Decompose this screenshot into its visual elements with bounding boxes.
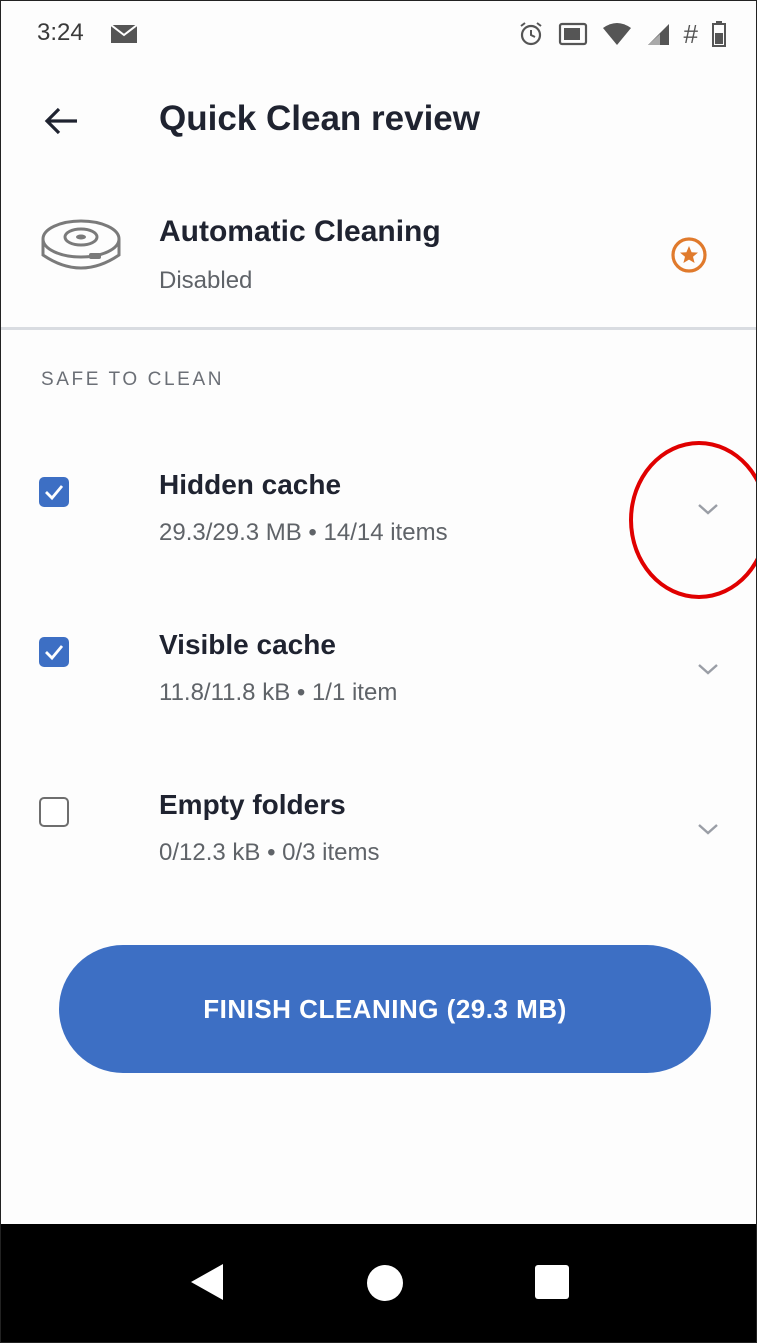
signal-icon — [647, 24, 669, 45]
mail-icon — [111, 25, 137, 43]
checkmark-icon — [45, 645, 64, 661]
item-title: Visible cache — [159, 629, 336, 660]
nav-back-icon[interactable] — [189, 1262, 225, 1302]
cast-icon — [558, 22, 587, 46]
status-bar: 3:24 # — [1, 1, 756, 67]
page-title: Quick Clean review — [159, 99, 480, 138]
finish-cleaning-button[interactable]: FINISH CLEANING (29.3 MB) — [59, 945, 711, 1073]
item-title: Empty folders — [159, 789, 346, 820]
arrow-left-icon[interactable] — [41, 101, 81, 141]
list-item-hidden-cache[interactable]: Hidden cache 29.3/29.3 MB • 14/14 items — [1, 469, 756, 599]
divider — [1, 327, 756, 330]
automatic-cleaning-card[interactable]: Automatic Cleaning Disabled — [1, 191, 756, 326]
checkbox-checked[interactable] — [39, 637, 69, 667]
nav-recents-icon[interactable] — [535, 1265, 569, 1299]
list-item-visible-cache[interactable]: Visible cache 11.8/11.8 kB • 1/1 item — [1, 629, 756, 759]
robot-vacuum-icon — [41, 219, 121, 270]
section-header: SAFE TO CLEAN — [41, 369, 225, 390]
status-time: 3:24 — [37, 19, 84, 46]
star-badge-icon[interactable] — [669, 235, 709, 275]
item-detail: 11.8/11.8 kB • 1/1 item — [159, 679, 398, 706]
status-icons: # — [518, 21, 726, 47]
item-detail: 0/12.3 kB • 0/3 items — [159, 839, 380, 866]
system-nav-bar — [1, 1224, 756, 1342]
nav-home-icon[interactable] — [367, 1265, 403, 1301]
chevron-down-icon[interactable] — [693, 499, 723, 519]
chevron-down-icon[interactable] — [693, 819, 723, 839]
automatic-cleaning-status: Disabled — [159, 267, 253, 294]
checkbox-checked[interactable] — [39, 477, 69, 507]
item-detail: 29.3/29.3 MB • 14/14 items — [159, 519, 448, 546]
checkbox-unchecked[interactable] — [39, 797, 69, 827]
list-item-empty-folders[interactable]: Empty folders 0/12.3 kB • 0/3 items — [1, 789, 756, 919]
checkmark-icon — [45, 485, 64, 501]
alarm-icon — [519, 22, 542, 46]
app-screen: 3:24 # Quick Clean review Automatic Clea… — [0, 0, 757, 1343]
app-bar: Quick Clean review — [1, 71, 756, 171]
hash-icon: # — [683, 19, 698, 49]
chevron-down-icon[interactable] — [693, 659, 723, 679]
automatic-cleaning-title: Automatic Cleaning — [159, 215, 441, 248]
item-title: Hidden cache — [159, 469, 342, 500]
battery-icon — [712, 21, 726, 47]
wifi-icon — [602, 23, 631, 45]
